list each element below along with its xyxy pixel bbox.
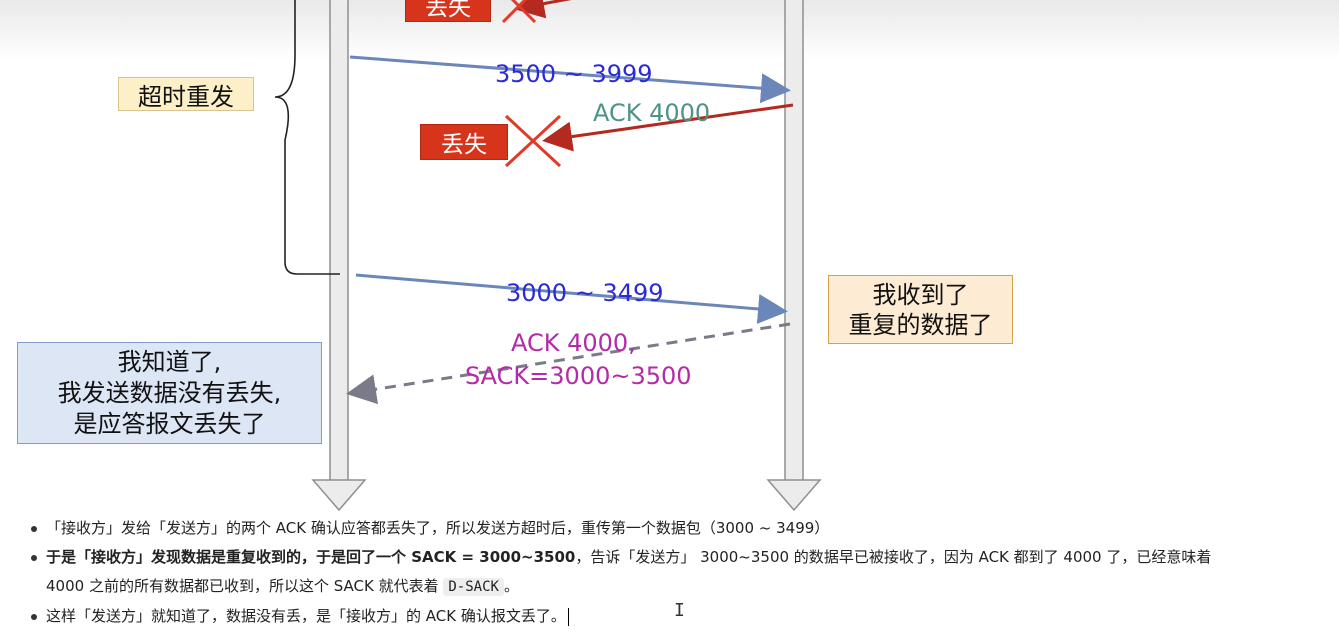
- receiver-timeline: [766, 0, 822, 512]
- timeout-label: 超时重发: [138, 82, 234, 111]
- bullet-bold-text: 于是「接收方」发现数据是重复收到的，于是回了一个 SACK = 3000~350…: [46, 548, 576, 566]
- list-item: 于是「接收方」发现数据是重复收到的，于是回了一个 SACK = 3000~350…: [28, 543, 1328, 602]
- top-cross: [501, 0, 537, 24]
- bullet-text[interactable]: 这样「发送方」就知道了，数据没有丢，是「接收方」的 ACK 确认报文丢了。: [46, 607, 566, 625]
- sender-note-line: 我发送数据没有丢失,: [57, 378, 282, 407]
- top-lost-badge: 丢失: [405, 0, 491, 22]
- text-caret: [567, 607, 569, 626]
- seg-3000-label: 3000 ~ 3499: [506, 279, 664, 307]
- bullet-text: 4000 之前的所有数据都已收到，所以这个 SACK 就代表着: [46, 577, 444, 595]
- ack-4000-label: ACK 4000: [593, 99, 711, 127]
- top-ack-arrow: [514, 0, 572, 19]
- bullet-text: 。: [503, 577, 519, 595]
- inline-code: D-SACK: [443, 578, 504, 596]
- list-item: 「接收方」发给「发送方」的两个 ACK 确认应答都丢失了，所以发送方超时后，重传…: [28, 514, 1328, 543]
- receiver-note-box: 我收到了 重复的数据了: [828, 275, 1013, 344]
- sender-note-line: 我知道了,: [117, 347, 222, 376]
- dsack-sack-label: SACK=3000~3500: [465, 362, 692, 390]
- receiver-note-line: 我收到了: [872, 280, 969, 309]
- lost-label: 丢失: [441, 132, 487, 158]
- ibeam-cursor-icon: I: [674, 600, 685, 621]
- sender-note-line: 是应答报文丢失了: [73, 409, 266, 438]
- seg-3500-label: 3500 ~ 3999: [495, 60, 653, 88]
- bullet-text: 「接收方」发给「发送方」的两个 ACK 确认应答都丢失了，所以发送方超时后，重传…: [46, 519, 830, 537]
- receiver-note-line: 重复的数据了: [848, 310, 993, 339]
- sender-note-box: 我知道了, 我发送数据没有丢失, 是应答报文丢失了: [17, 342, 322, 444]
- dsack-ack-label: ACK 4000,: [511, 329, 636, 357]
- timeout-label-box: 超时重发: [118, 77, 254, 111]
- top-lost-label: 丢失: [425, 0, 471, 21]
- tcp-dsack-diagram: 丢失 超时重发 3500 ~ 3999 ACK 4000 丢失 3000 ~ 3…: [0, 0, 1339, 642]
- lost-badge: 丢失: [420, 124, 508, 160]
- ack-lost-cross: [504, 114, 562, 168]
- bullet-text: ，告诉「发送方」 3000~3500 的数据早已被接收了，因为 ACK 都到了 …: [575, 548, 1212, 566]
